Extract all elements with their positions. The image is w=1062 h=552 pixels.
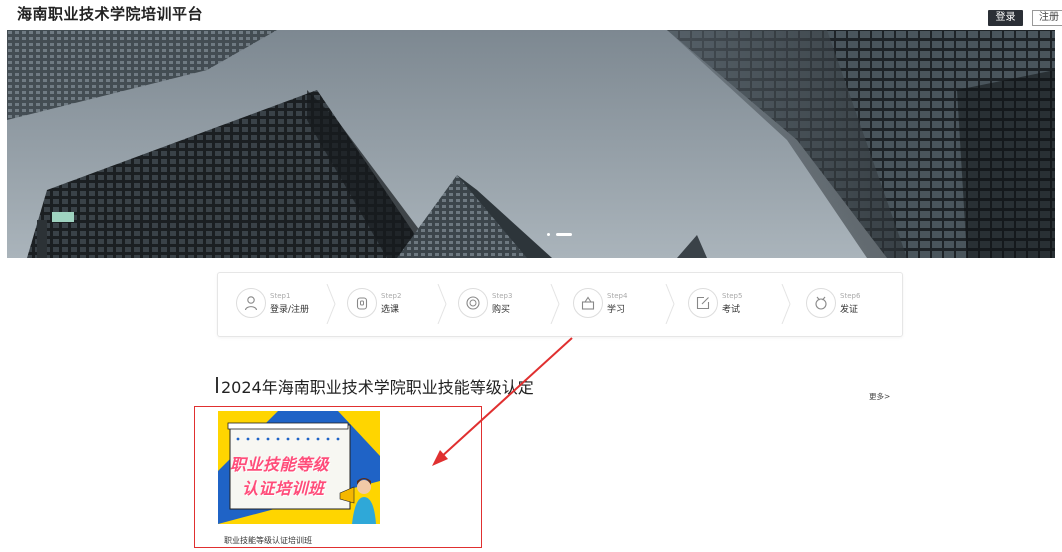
section-title-bar	[216, 377, 218, 393]
step-label: 发证	[840, 305, 859, 315]
steps-bar: Step1 登录/注册 Step2 选课 Step3 购买 Step4 学习 S…	[217, 272, 903, 337]
medal-icon	[806, 288, 836, 318]
course-card[interactable]: 职业技能等级 认证培训班 职业技能等级认证培训班	[218, 411, 380, 545]
step-label: 学习	[607, 305, 626, 315]
section-title: 2024年海南职业技术学院职业技能等级认定	[221, 378, 534, 397]
step-label: 考试	[722, 305, 741, 315]
coin-icon	[458, 288, 488, 318]
top-bar: 海南职业技术学院培训平台 登录 注册	[0, 0, 1062, 30]
edit-icon	[688, 288, 718, 318]
lamp-icon	[573, 288, 603, 318]
banner-image	[7, 30, 1055, 258]
step-number: Step2	[381, 292, 402, 300]
step-number: Step4	[607, 292, 628, 300]
step-number: Step1	[270, 292, 291, 300]
step-label: 登录/注册	[270, 305, 310, 315]
step-number: Step6	[840, 292, 861, 300]
site-title: 海南职业技术学院培训平台	[17, 5, 204, 23]
carousel-dot[interactable]	[547, 233, 550, 236]
step-separator	[326, 284, 336, 324]
course-name[interactable]: 职业技能等级认证培训班	[224, 535, 312, 546]
user-icon	[236, 288, 266, 318]
step-label: 选课	[381, 305, 400, 315]
step-separator	[781, 284, 791, 324]
more-link[interactable]: 更多>	[869, 391, 890, 402]
step-number: Step5	[722, 292, 743, 300]
step-label: 购买	[492, 305, 511, 315]
register-button[interactable]: 注册	[1032, 10, 1062, 26]
lock-icon	[347, 288, 377, 318]
step-number: Step3	[492, 292, 513, 300]
login-button[interactable]: 登录	[988, 10, 1023, 26]
carousel-dot-active[interactable]	[556, 233, 572, 236]
thumbnail-title-line2: 认证培训班	[242, 479, 325, 498]
step-separator	[665, 284, 675, 324]
step-separator	[550, 284, 560, 324]
step-separator	[437, 284, 447, 324]
course-thumbnail[interactable]: 职业技能等级 认证培训班	[218, 411, 380, 524]
thumbnail-title-line1: 职业技能等级	[230, 455, 330, 474]
hero-banner[interactable]	[7, 30, 1055, 258]
